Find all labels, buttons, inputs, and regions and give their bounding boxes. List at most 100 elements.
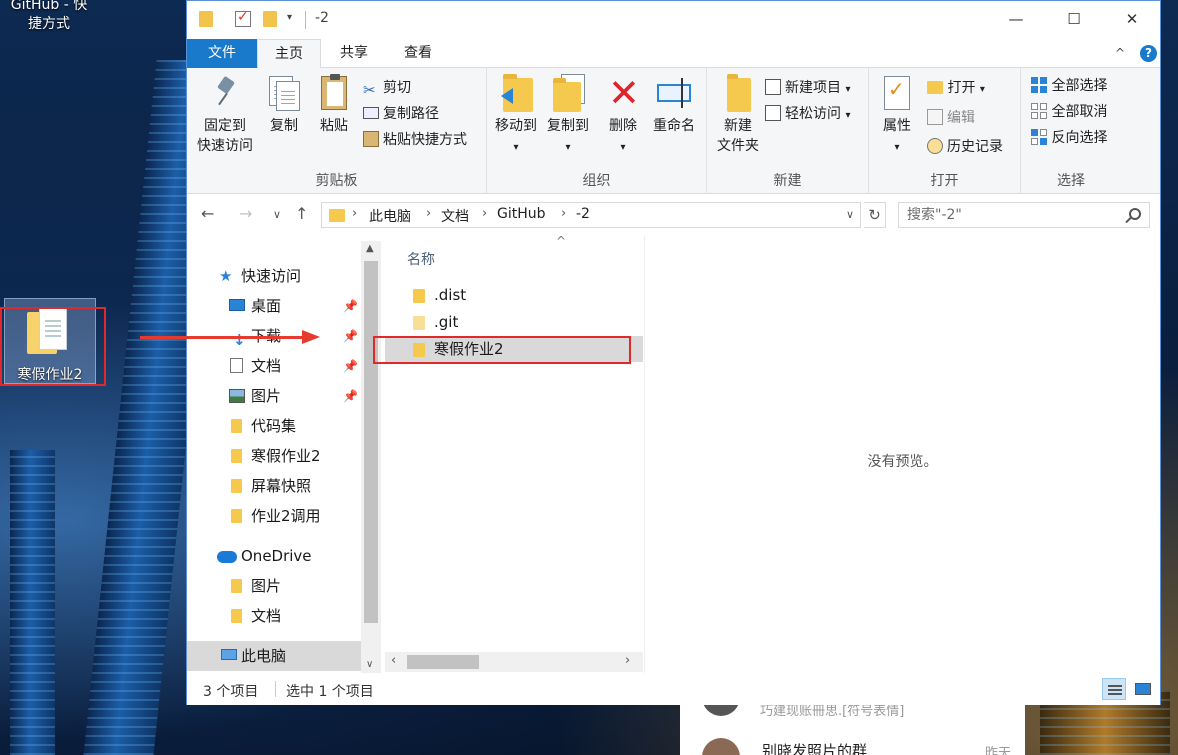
properties-button[interactable]: 属性▾ bbox=[877, 74, 917, 158]
move-to-button[interactable]: 移动到 ▾ bbox=[491, 74, 541, 158]
pin-to-quick-access-button[interactable]: 固定到 快速访问 bbox=[193, 74, 257, 156]
search-input[interactable] bbox=[899, 203, 1119, 227]
copy-to-button[interactable]: 复制到 ▾ bbox=[543, 74, 593, 158]
folder-icon bbox=[231, 449, 242, 463]
recent-locations-icon[interactable]: ∨ bbox=[273, 208, 281, 221]
collapse-ribbon-icon[interactable]: ^ bbox=[1115, 46, 1125, 60]
status-bar: 3 个项目 选中 1 个项目 bbox=[187, 673, 1160, 705]
pictures-icon bbox=[229, 389, 245, 403]
red-annotation-box bbox=[0, 307, 106, 386]
chat-contact-name[interactable]: 别晓发照片的群 bbox=[762, 740, 867, 755]
maximize-button[interactable]: ☐ bbox=[1045, 1, 1103, 37]
breadcrumb-chevron-icon[interactable]: › bbox=[426, 206, 431, 221]
breadcrumb-chevron-icon[interactable]: › bbox=[561, 206, 566, 221]
customize-toolbar-icon[interactable]: ▾ bbox=[287, 12, 301, 28]
tab-share[interactable]: 共享 bbox=[323, 39, 385, 68]
nav-item-folder[interactable]: 寒假作业2 bbox=[187, 441, 361, 471]
new-item-icon bbox=[765, 79, 781, 95]
large-icons-view-button[interactable] bbox=[1130, 678, 1154, 700]
nav-onedrive-pictures[interactable]: 图片 bbox=[187, 571, 361, 601]
details-view-button[interactable] bbox=[1102, 678, 1126, 700]
horizontal-scrollbar[interactable]: ‹ › bbox=[385, 652, 643, 672]
search-icon[interactable] bbox=[1129, 208, 1141, 220]
invert-selection-icon bbox=[1031, 129, 1047, 145]
nav-onedrive[interactable]: OneDrive bbox=[187, 541, 361, 571]
red-arrow-annotation bbox=[140, 330, 320, 344]
properties-quick-icon[interactable] bbox=[235, 9, 251, 27]
forward-arrow-icon[interactable]: → bbox=[239, 204, 252, 223]
open-button[interactable]: 打开 ▾ bbox=[927, 76, 985, 100]
title-bar[interactable]: ▾ -2 — ☐ ✕ bbox=[187, 1, 1160, 39]
new-folder-quick-icon[interactable] bbox=[263, 11, 277, 27]
pin-icon[interactable]: 📌 bbox=[343, 381, 358, 411]
new-item-button[interactable]: 新建项目 ▾ bbox=[765, 76, 850, 100]
help-icon[interactable]: ? bbox=[1140, 45, 1157, 62]
new-folder-button[interactable]: 新建 文件夹 bbox=[711, 74, 765, 156]
cut-button[interactable]: ✂ 剪切 bbox=[363, 76, 411, 100]
breadcrumb-chevron-icon[interactable]: › bbox=[482, 206, 487, 221]
select-group: 全部选择 全部取消 反向选择 选择 bbox=[1021, 68, 1121, 194]
chat-time: 昨天 bbox=[984, 746, 1011, 755]
minimize-button[interactable]: — bbox=[987, 1, 1045, 37]
breadcrumb-github[interactable]: GitHub bbox=[497, 206, 546, 222]
copy-icon bbox=[267, 74, 301, 112]
address-bar[interactable]: › 此电脑 › 文档 › GitHub › -2 ∨ bbox=[321, 202, 861, 228]
copy-path-button[interactable]: 复制路径 bbox=[363, 102, 439, 126]
nav-item-folder[interactable]: 作业2调用 bbox=[187, 501, 361, 531]
file-row[interactable]: .git bbox=[385, 309, 643, 335]
nav-item-desktop[interactable]: 桌面 📌 bbox=[187, 291, 361, 321]
delete-button[interactable]: ✕ 删除 ▾ bbox=[601, 74, 645, 158]
scroll-left-icon[interactable]: ‹ bbox=[391, 653, 396, 668]
tab-file[interactable]: 文件 bbox=[187, 39, 257, 68]
tab-view[interactable]: 查看 bbox=[387, 39, 449, 68]
breadcrumb-this-pc[interactable]: 此电脑 bbox=[369, 206, 411, 226]
search-box[interactable] bbox=[898, 202, 1150, 228]
nav-item-folder[interactable]: 屏幕快照 bbox=[187, 471, 361, 501]
up-arrow-icon[interactable]: ↑ bbox=[295, 204, 308, 223]
breadcrumb-documents[interactable]: 文档 bbox=[441, 206, 469, 226]
nav-scrollbar[interactable]: ▲ ∨ bbox=[361, 241, 381, 673]
easy-access-button[interactable]: 轻松访问 ▾ bbox=[765, 102, 850, 126]
nav-item-folder[interactable]: 代码集 bbox=[187, 411, 361, 441]
scroll-down-icon[interactable]: ∨ bbox=[366, 659, 373, 670]
pin-icon[interactable]: 📌 bbox=[343, 291, 358, 321]
horizontal-scroll-thumb[interactable] bbox=[407, 655, 479, 669]
paste-shortcut-icon bbox=[363, 131, 379, 147]
nav-item-documents[interactable]: 文档 📌 bbox=[187, 351, 361, 381]
nav-onedrive-documents[interactable]: 文档 bbox=[187, 601, 361, 631]
select-all-button[interactable]: 全部选择 bbox=[1031, 74, 1107, 98]
tab-home[interactable]: 主页 bbox=[257, 39, 321, 69]
pin-icon[interactable]: 📌 bbox=[343, 351, 358, 381]
history-button[interactable]: 历史记录 bbox=[927, 135, 1003, 159]
nav-scroll-thumb[interactable] bbox=[364, 261, 378, 623]
edit-button[interactable]: 编辑 bbox=[927, 106, 975, 130]
breadcrumb-current[interactable]: -2 bbox=[576, 206, 590, 222]
pin-icon[interactable]: 📌 bbox=[343, 321, 358, 351]
copy-button[interactable]: 复制 bbox=[261, 74, 307, 136]
column-name-header[interactable]: 名称 bbox=[407, 249, 435, 269]
pin-icon bbox=[208, 74, 242, 112]
paste-button[interactable]: 粘贴 bbox=[311, 74, 357, 136]
nav-quick-access[interactable]: ★ 快速访问 bbox=[187, 261, 361, 291]
nav-this-pc[interactable]: 此电脑 bbox=[187, 641, 361, 671]
breadcrumb-chevron-icon[interactable]: › bbox=[352, 206, 357, 221]
file-row[interactable]: .dist bbox=[385, 282, 643, 308]
nav-item-pictures[interactable]: 图片 📌 bbox=[187, 381, 361, 411]
chat-window[interactable]: 巧建现账冊思.[符号表情] 别晓发照片的群 昨天 bbox=[680, 678, 1025, 755]
details-view-icon bbox=[1108, 683, 1122, 695]
back-arrow-icon[interactable]: ← bbox=[201, 204, 214, 223]
scroll-right-icon[interactable]: › bbox=[625, 653, 630, 668]
file-explorer-window[interactable]: ▾ -2 — ☐ ✕ 文件 主页 共享 查看 ^ ? 固定到 快速访问 复制 bbox=[186, 0, 1161, 705]
invert-selection-button[interactable]: 反向选择 bbox=[1031, 126, 1107, 150]
rename-button[interactable]: 重命名 bbox=[647, 74, 701, 136]
history-icon bbox=[927, 138, 943, 154]
address-dropdown-icon[interactable]: ∨ bbox=[846, 208, 854, 221]
close-button[interactable]: ✕ bbox=[1103, 1, 1161, 37]
move-to-icon bbox=[499, 74, 533, 112]
paste-shortcut-button[interactable]: 粘贴快捷方式 bbox=[363, 128, 467, 152]
selection-count: 选中 1 个项目 bbox=[286, 684, 374, 700]
refresh-icon[interactable]: ↻ bbox=[864, 202, 886, 228]
scroll-up-icon[interactable]: ▲ bbox=[366, 243, 374, 254]
select-none-button[interactable]: 全部取消 bbox=[1031, 100, 1107, 124]
desktop-shortcut-label[interactable]: GitHub - 快 捷方式 bbox=[0, 0, 98, 34]
